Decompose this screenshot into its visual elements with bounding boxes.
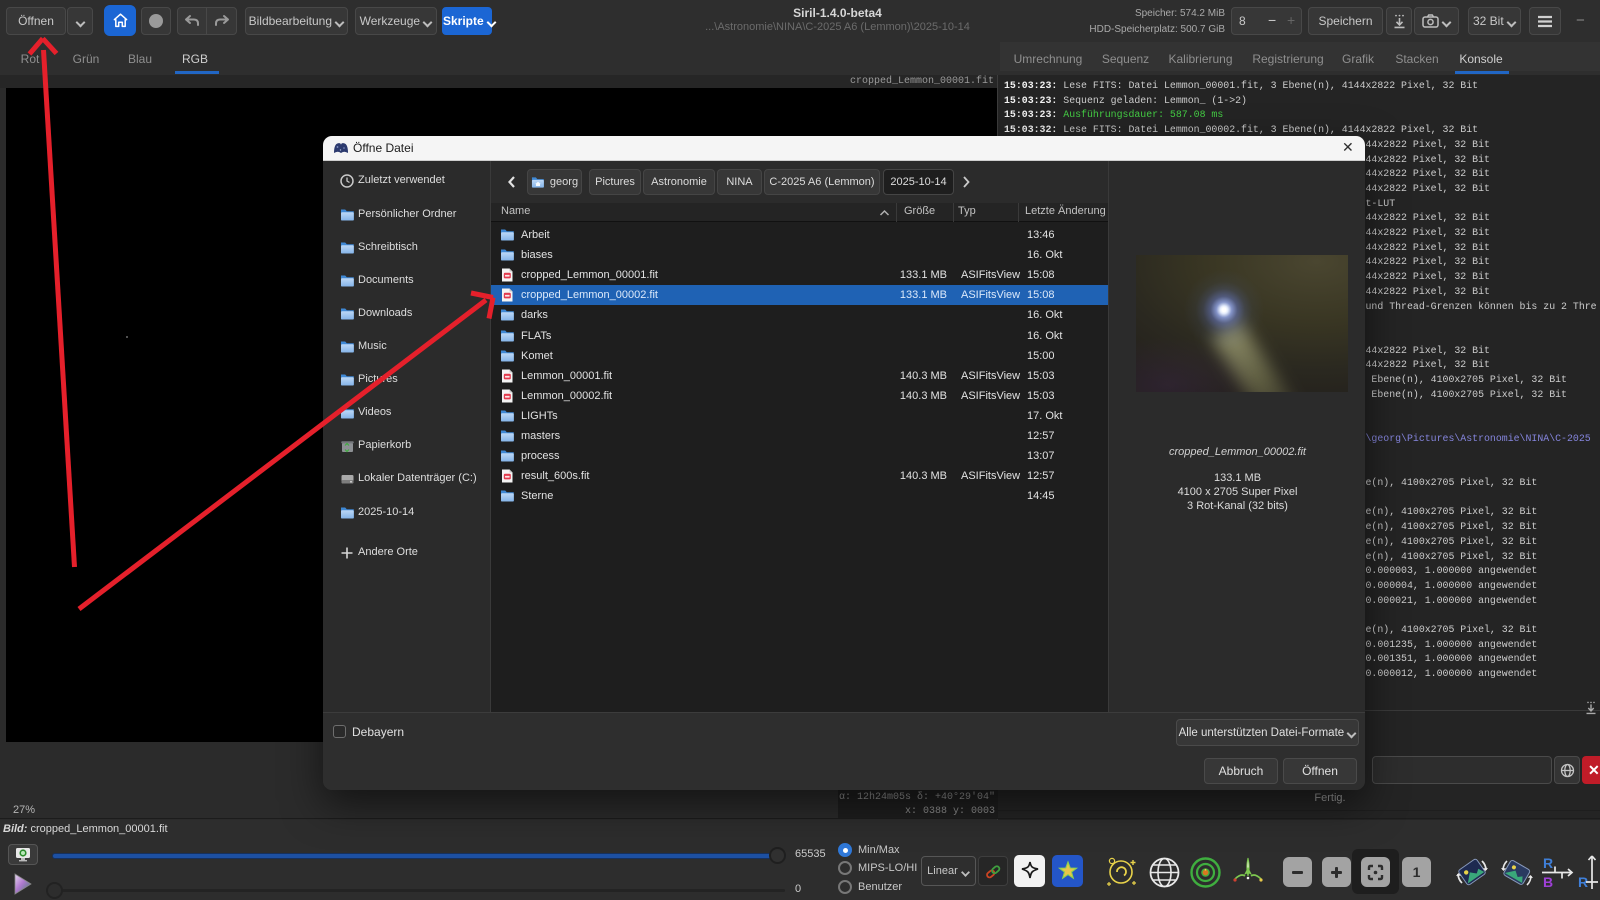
svg-text:B: B (1543, 874, 1553, 890)
svg-text:R: R (1543, 855, 1553, 871)
